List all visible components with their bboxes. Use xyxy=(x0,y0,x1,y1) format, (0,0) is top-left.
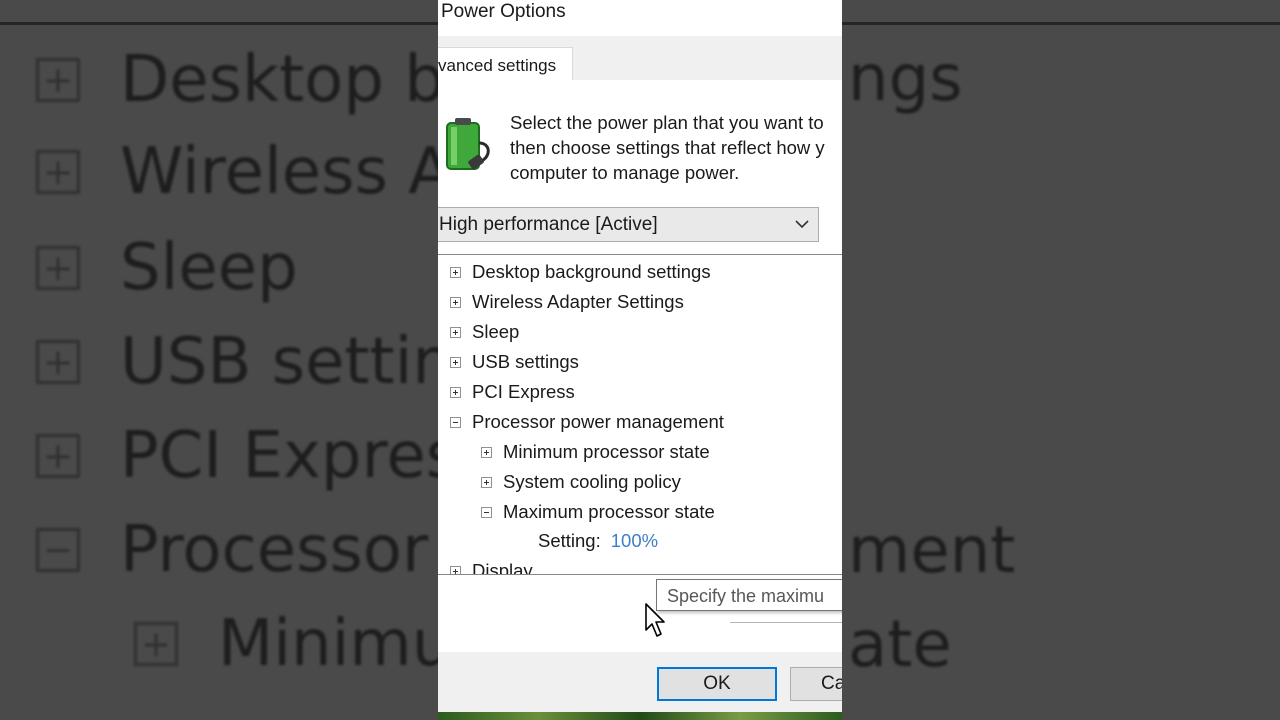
bg-row-text: Minimu xyxy=(218,607,453,681)
expand-icon[interactable] xyxy=(450,326,461,338)
bg-row-text: Processor p xyxy=(120,513,490,587)
bg-expand-icon: + xyxy=(36,340,80,384)
bg-row-minimum: + Minimu xyxy=(134,594,452,694)
expand-icon[interactable] xyxy=(450,266,461,278)
bg-fragment: ate xyxy=(848,608,952,682)
description-line: Select the power plan that you want to xyxy=(510,112,824,133)
tree-item-label: PCI Express xyxy=(472,381,575,402)
bg-expand-icon: + xyxy=(36,246,80,290)
setting-label: Setting: xyxy=(538,530,601,551)
tree-item-label: Minimum processor state xyxy=(503,441,710,462)
tree-item-label: Display xyxy=(472,560,533,575)
tree-item-label: System cooling policy xyxy=(503,471,681,492)
bg-expand-icon: + xyxy=(36,434,80,478)
bg-row-desktop: + Desktop ba xyxy=(36,30,484,130)
bg-row-wireless: + Wireless Ad xyxy=(36,122,491,222)
advanced-settings-panel: Select the power plan that you want to t… xyxy=(438,80,842,652)
tree-item-label: Maximum processor state xyxy=(503,501,715,522)
tree-item-wireless-adapter[interactable]: Wireless Adapter Settings xyxy=(450,288,684,316)
power-options-dialog: Power Options vanced settings Select the… xyxy=(438,0,842,720)
title-bar[interactable]: Power Options xyxy=(438,0,842,34)
window-title: Power Options xyxy=(441,1,566,22)
tree-item-label: Sleep xyxy=(472,321,520,342)
bg-fragment: ment xyxy=(848,514,1016,588)
dialog-footer: OK Ca xyxy=(438,652,842,720)
tree-item-processor-power-management[interactable]: Processor power management xyxy=(450,408,724,436)
bg-row-sleep: + Sleep xyxy=(36,218,298,318)
settings-tree[interactable]: Desktop background settings Wireless Ada… xyxy=(438,254,842,575)
bg-row-text: Desktop ba xyxy=(120,43,485,117)
tooltip: Specify the maximu xyxy=(656,579,842,611)
bg-row-text: Sleep xyxy=(120,231,298,305)
expand-icon[interactable] xyxy=(450,296,461,308)
tree-item-label: USB settings xyxy=(472,351,579,372)
tree-item-minimum-processor-state[interactable]: Minimum processor state xyxy=(481,438,710,466)
bg-collapse-icon: − xyxy=(36,528,80,572)
selected-plan: High performance [Active] xyxy=(439,214,658,235)
bg-row-text: Wireless Ad xyxy=(120,135,492,209)
collapse-icon[interactable] xyxy=(450,416,461,428)
tooltip-text: Specify the maximu xyxy=(667,586,825,606)
setting-value-link[interactable]: 100% xyxy=(611,530,658,552)
tab-advanced-settings[interactable]: vanced settings xyxy=(438,47,573,81)
plan-description: Select the power plan that you want to t… xyxy=(510,110,825,185)
description-line: computer to manage power. xyxy=(510,162,740,183)
bg-expand-icon: + xyxy=(36,58,80,102)
tree-item-maximum-processor-state[interactable]: Maximum processor state xyxy=(481,498,715,526)
chevron-down-icon[interactable] xyxy=(794,216,810,232)
setting-row: Setting: 100% xyxy=(538,527,658,555)
expand-icon[interactable] xyxy=(450,356,461,368)
bg-expand-icon: + xyxy=(36,150,80,194)
bg-row-text: PCI Express xyxy=(120,419,493,493)
desktop-wallpaper-strip xyxy=(438,712,842,720)
bg-row-pci: + PCI Express xyxy=(36,406,492,506)
battery-plug-icon xyxy=(446,118,490,170)
description-line: then choose settings that reflect how y xyxy=(510,137,825,158)
tree-item-system-cooling-policy[interactable]: System cooling policy xyxy=(481,468,681,496)
expand-icon[interactable] xyxy=(450,386,461,398)
tab-strip: vanced settings xyxy=(438,36,842,81)
tree-item-display[interactable]: Display xyxy=(450,557,533,575)
collapse-icon[interactable] xyxy=(481,506,492,518)
tree-item-label: Desktop background settings xyxy=(472,261,711,282)
ok-button[interactable]: OK xyxy=(657,667,777,701)
tree-item-label: Wireless Adapter Settings xyxy=(472,291,684,312)
bg-row-usb: + USB setting xyxy=(36,312,494,412)
tree-item-usb-settings[interactable]: USB settings xyxy=(450,348,579,376)
tree-item-sleep[interactable]: Sleep xyxy=(450,318,519,346)
cancel-button[interactable]: Ca xyxy=(790,667,842,701)
tree-item-label: Processor power management xyxy=(472,411,724,432)
tree-item-pci-express[interactable]: PCI Express xyxy=(450,378,575,406)
expand-icon[interactable] xyxy=(450,565,461,574)
tree-item-desktop-background[interactable]: Desktop background settings xyxy=(450,258,711,286)
bg-expand-icon: + xyxy=(134,622,178,666)
bg-row-processor: − Processor p xyxy=(36,500,489,600)
bg-fragment: ngs xyxy=(848,42,963,116)
tooltip-edge xyxy=(730,610,842,623)
tab-label: vanced settings xyxy=(438,56,557,75)
expand-icon[interactable] xyxy=(481,476,492,488)
power-plan-select[interactable]: High performance [Active] xyxy=(438,207,819,242)
expand-icon[interactable] xyxy=(481,446,492,458)
